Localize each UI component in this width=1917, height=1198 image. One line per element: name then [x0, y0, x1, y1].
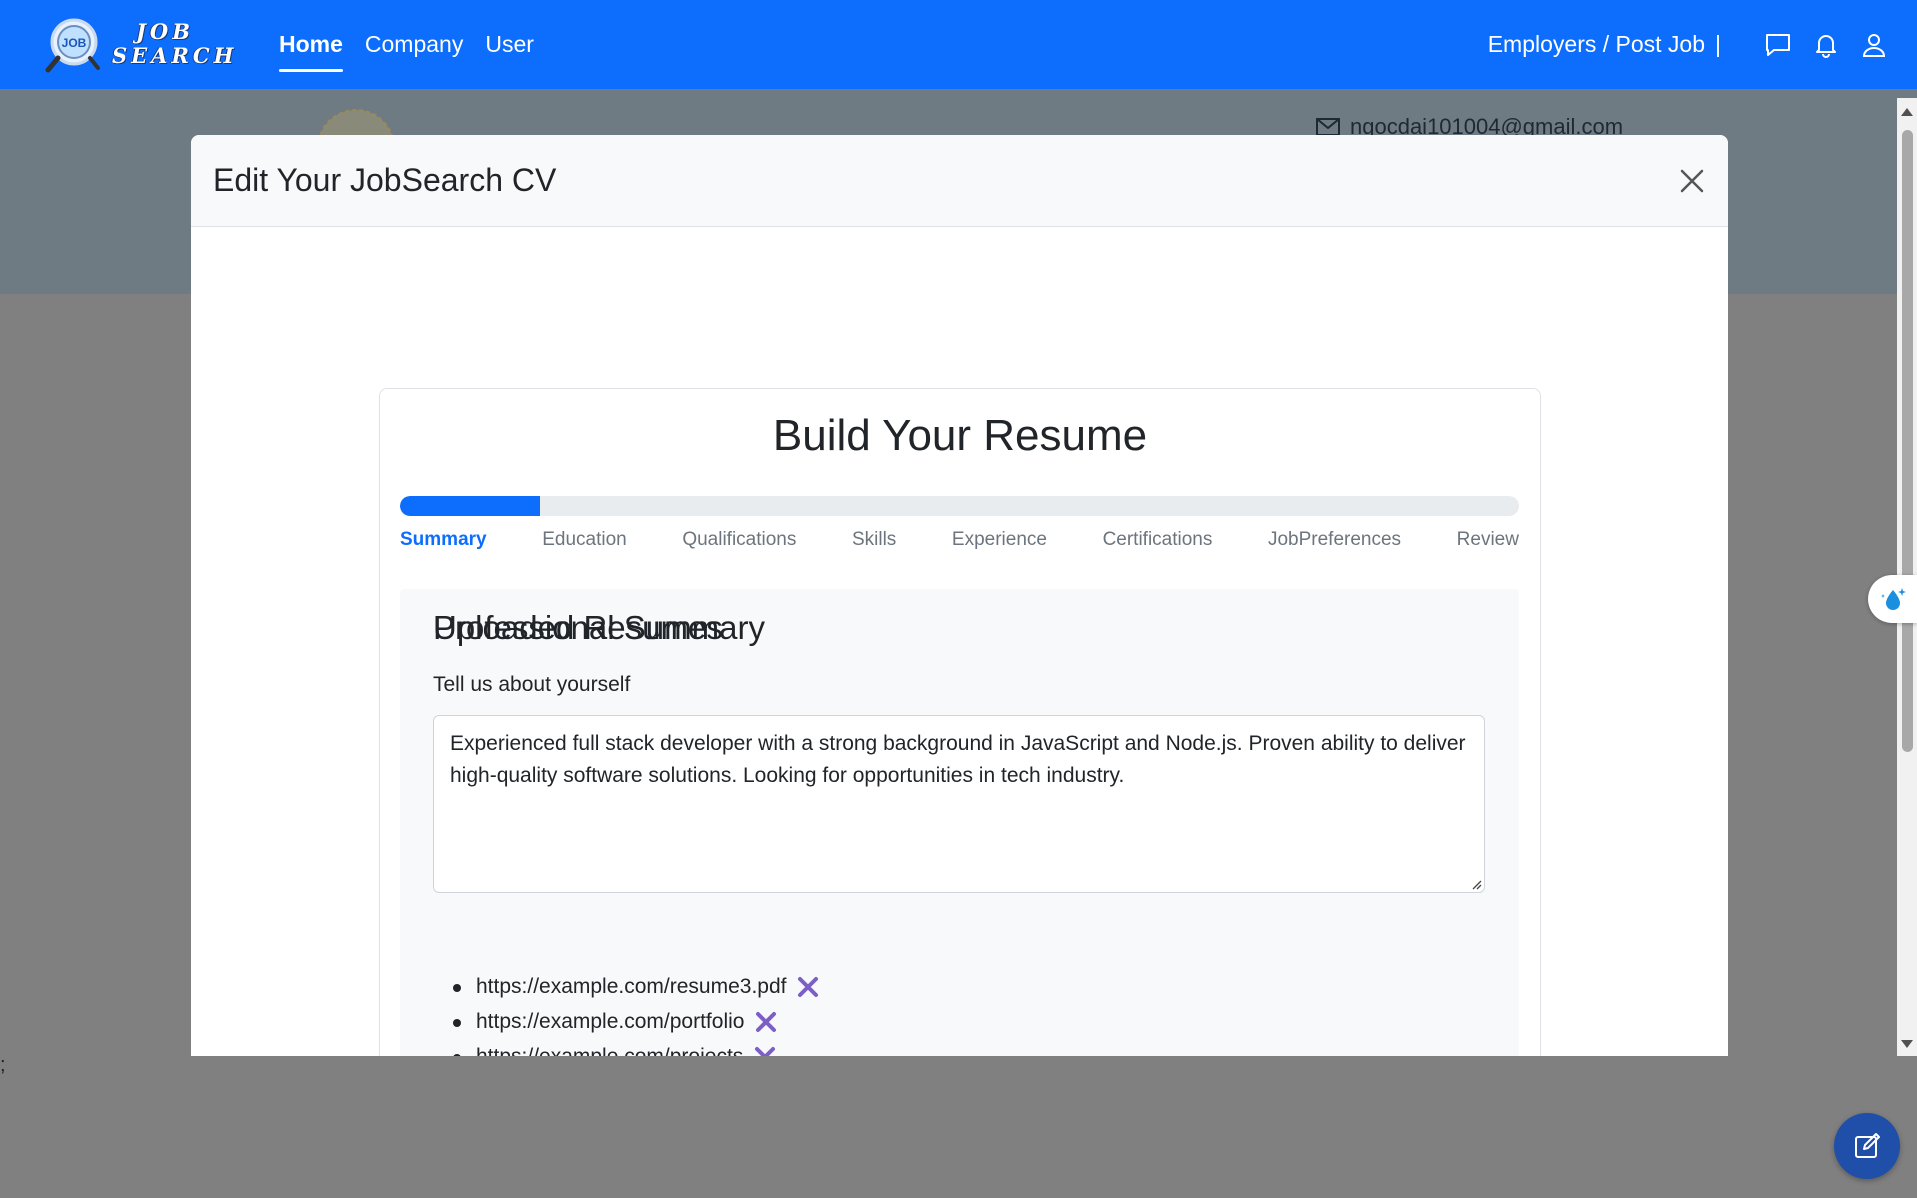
- step-qualifications[interactable]: Qualifications: [682, 529, 796, 551]
- step-summary[interactable]: Summary: [400, 529, 487, 551]
- resume-link[interactable]: https://example.com/resume3.pdf: [476, 975, 786, 999]
- progress-bar-fill: [400, 496, 540, 516]
- step-job-preferences[interactable]: JobPreferences: [1268, 529, 1401, 551]
- stray-text: ;: [0, 1054, 6, 1076]
- magnifier-logo-icon: JOB: [45, 18, 100, 73]
- resume-link[interactable]: https://example.com/portfolio: [476, 1010, 744, 1034]
- logo-line-2: SEARCH: [112, 43, 238, 68]
- step-skills[interactable]: Skills: [852, 529, 896, 551]
- summary-section: Professional Summary Tell us about yours…: [400, 589, 1519, 1056]
- remove-x-icon[interactable]: [796, 975, 820, 999]
- nav-user-link[interactable]: User: [485, 0, 534, 89]
- chat-icon[interactable]: [1763, 30, 1793, 60]
- close-icon[interactable]: [1676, 165, 1708, 197]
- modal-title: Edit Your JobSearch CV: [213, 162, 557, 198]
- modal-header: Edit Your JobSearch CV: [191, 135, 1728, 227]
- step-review[interactable]: Review: [1457, 529, 1519, 551]
- top-navbar: JOB JOB SEARCH Home Company User Employe…: [0, 0, 1917, 89]
- list-item: https://example.com/resume3.pdf: [452, 969, 820, 1004]
- scroll-down-arrow-icon[interactable]: [1901, 1040, 1913, 1048]
- envelope-icon: [1316, 118, 1340, 136]
- scroll-up-arrow-icon[interactable]: [1901, 108, 1913, 116]
- summary-prompt-label: Tell us about yourself: [433, 673, 631, 696]
- resume-builder-card: Build Your Resume Summary Education Qual…: [379, 388, 1541, 1056]
- nav-home-link[interactable]: Home: [279, 0, 343, 89]
- bell-icon[interactable]: [1811, 30, 1841, 60]
- resume-link[interactable]: https://example.com/projects: [476, 1045, 743, 1057]
- uploaded-resumes-heading: Uploaded Resumes: [433, 609, 723, 646]
- list-item: https://example.com/portfolio: [452, 1004, 820, 1039]
- resize-grip-icon[interactable]: [1470, 878, 1482, 890]
- edit-cv-modal: Edit Your JobSearch CV Build Your Resume…: [191, 135, 1728, 1056]
- summary-text: Experienced full stack developer with a …: [450, 732, 1466, 787]
- logo-badge-text: JOB: [62, 36, 87, 50]
- remove-x-icon[interactable]: [753, 1045, 777, 1056]
- uploaded-resumes-list: https://example.com/resume3.pdf https://…: [433, 969, 820, 1056]
- remove-x-icon[interactable]: [754, 1010, 778, 1034]
- logo-line-1: JOB: [136, 19, 194, 44]
- summary-textarea[interactable]: Experienced full stack developer with a …: [433, 715, 1485, 893]
- nav-company-link[interactable]: Company: [365, 0, 463, 89]
- nav-separator: |: [1715, 31, 1721, 57]
- extension-widget[interactable]: [1868, 575, 1917, 623]
- employers-post-job-link[interactable]: Employers / Post Job: [1488, 31, 1705, 58]
- user-icon[interactable]: [1859, 30, 1889, 60]
- list-item: https://example.com/projects: [452, 1039, 820, 1057]
- logo-wordmark: JOB SEARCH: [112, 19, 238, 68]
- main-nav: Home Company User: [279, 0, 556, 89]
- scroll-thumb[interactable]: [1902, 130, 1913, 752]
- job-search-logo[interactable]: JOB JOB SEARCH: [44, 16, 238, 74]
- nav-right: Employers / Post Job |: [1488, 0, 1889, 89]
- droplet-sparkle-icon: [1880, 588, 1906, 610]
- step-experience[interactable]: Experience: [952, 529, 1047, 551]
- step-education[interactable]: Education: [542, 529, 627, 551]
- step-tabs: Summary Education Qualifications Skills …: [400, 529, 1519, 551]
- edit-fab-button[interactable]: [1834, 1113, 1900, 1179]
- resume-builder-title: Build Your Resume: [772, 411, 1148, 460]
- edit-icon: [1855, 1133, 1880, 1158]
- step-certifications[interactable]: Certifications: [1103, 529, 1213, 551]
- progress-bar: [400, 496, 1519, 516]
